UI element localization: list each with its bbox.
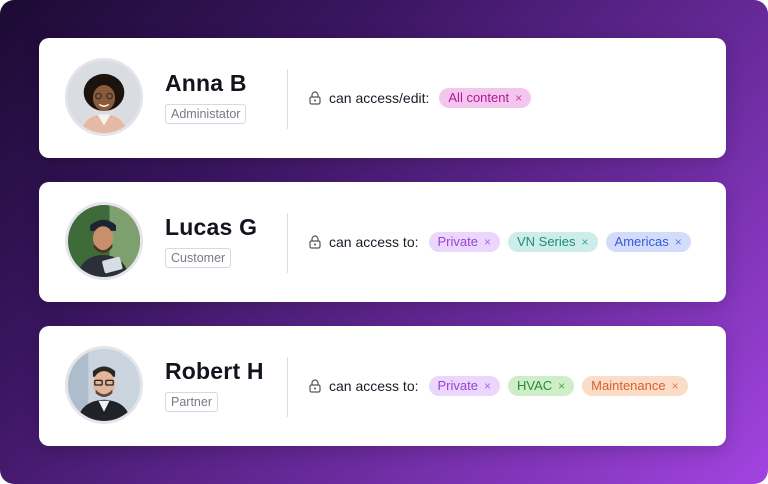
remove-tag-icon[interactable]: × xyxy=(582,234,589,250)
remove-tag-icon[interactable]: × xyxy=(484,378,491,394)
avatar xyxy=(65,202,143,280)
tag-label: All content xyxy=(448,90,510,105)
background: Anna B Administator can access/edit: All… xyxy=(0,0,768,484)
tag-americas: Americas × xyxy=(605,232,691,252)
tag-label: Americas xyxy=(614,234,669,249)
tag-maintenance: Maintenance × xyxy=(582,376,688,396)
divider xyxy=(287,69,288,129)
user-card-robert: Robert H Partner can access to: Private … xyxy=(39,326,726,446)
tag-label: HVAC xyxy=(516,378,553,393)
access-row: can access to: Private × VN Series × Ame… xyxy=(309,232,691,252)
access-label: can access/edit: xyxy=(329,90,430,106)
user-name: Anna B xyxy=(165,70,247,96)
lock-icon xyxy=(309,91,321,105)
lock-icon xyxy=(309,379,321,393)
role-badge: Customer xyxy=(165,248,232,268)
user-name: Robert H xyxy=(165,358,264,384)
tag-label: Maintenance xyxy=(591,378,666,393)
user-card-anna: Anna B Administator can access/edit: All… xyxy=(39,38,726,158)
remove-tag-icon[interactable]: × xyxy=(558,378,565,394)
tag-hvac: HVAC × xyxy=(507,376,575,396)
role-badge: Administator xyxy=(165,104,247,124)
access-row: can access/edit: All content × xyxy=(309,88,532,108)
avatar xyxy=(65,58,143,136)
tag-private: Private × xyxy=(428,232,500,252)
role-badge: Partner xyxy=(165,392,218,412)
tag-private: Private × xyxy=(428,376,500,396)
remove-tag-icon[interactable]: × xyxy=(675,234,682,250)
avatar xyxy=(65,346,143,424)
divider xyxy=(287,213,288,273)
user-card-lucas: Lucas G Customer can access to: Private … xyxy=(39,182,726,302)
access-label: can access to: xyxy=(329,234,419,250)
access-row: can access to: Private × HVAC × Maintena… xyxy=(309,376,688,396)
remove-tag-icon[interactable]: × xyxy=(672,378,679,394)
lock-icon xyxy=(309,235,321,249)
tag-all-content: All content × xyxy=(439,88,532,108)
remove-tag-icon[interactable]: × xyxy=(515,90,522,106)
user-name: Lucas G xyxy=(165,214,258,240)
access-label: can access to: xyxy=(329,378,419,394)
tag-label: VN Series xyxy=(516,234,576,249)
tag-vn-series: VN Series × xyxy=(507,232,598,252)
remove-tag-icon[interactable]: × xyxy=(484,234,491,250)
tag-label: Private xyxy=(437,234,478,249)
divider xyxy=(287,357,288,417)
tag-label: Private xyxy=(437,378,478,393)
